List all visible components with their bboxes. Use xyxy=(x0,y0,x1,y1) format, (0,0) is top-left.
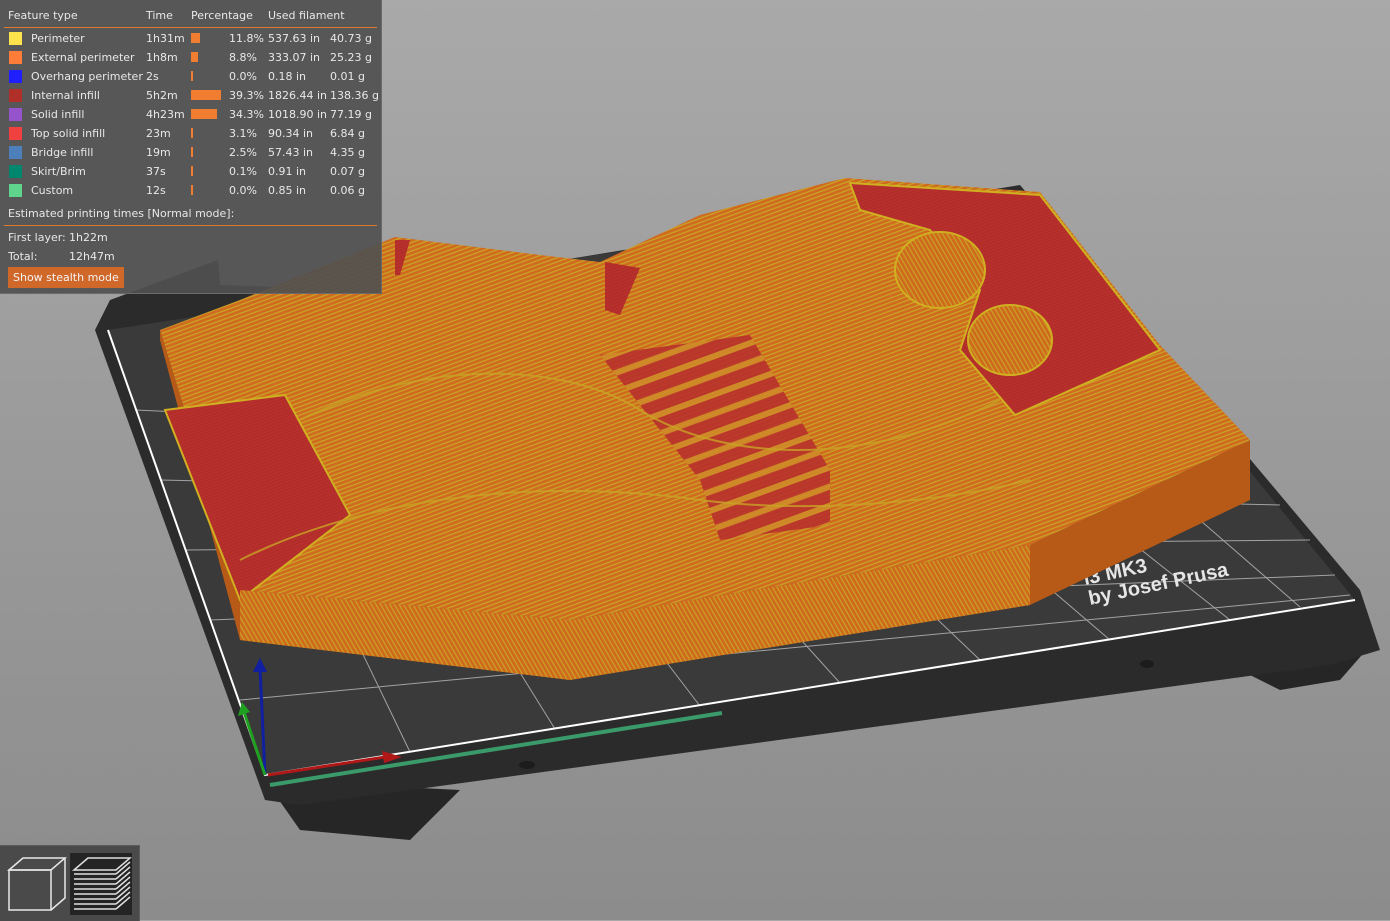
header-percentage: Percentage xyxy=(191,9,253,22)
feature-percentage: 0.0% xyxy=(229,70,257,83)
header-used-filament: Used filament xyxy=(268,9,345,22)
legend-divider xyxy=(4,27,377,28)
first-layer-value: 1h22m xyxy=(69,231,108,244)
feature-percentage: 39.3% xyxy=(229,89,264,102)
feature-color-swatch xyxy=(9,165,22,178)
percentage-bar xyxy=(191,52,198,62)
feature-color-swatch xyxy=(9,127,22,140)
feature-name: Custom xyxy=(31,184,74,197)
feature-name: Overhang perimeter xyxy=(31,70,143,83)
view-toolbar xyxy=(0,845,140,921)
feature-percentage: 11.8% xyxy=(229,32,264,45)
feature-time: 37s xyxy=(146,165,166,178)
feature-weight: 0.06 g xyxy=(330,184,365,197)
cube-icon xyxy=(6,857,67,911)
feature-time: 1h8m xyxy=(146,51,178,64)
legend-panel: Feature type Time Percentage Used filame… xyxy=(0,0,382,294)
feature-percentage: 34.3% xyxy=(229,108,264,121)
percentage-bar xyxy=(191,147,193,157)
first-layer-label: First layer: xyxy=(8,231,66,244)
feature-time: 4h23m xyxy=(146,108,185,121)
feature-color-swatch xyxy=(9,89,22,102)
feature-name: Bridge infill xyxy=(31,146,94,159)
feature-name: Solid infill xyxy=(31,108,85,121)
feature-name: Top solid infill xyxy=(31,127,106,140)
legend-row: Internal infill 5h2m 39.3% 1826.44 in 138.36… xyxy=(0,86,381,105)
feature-name: Perimeter xyxy=(31,32,85,45)
layers-icon xyxy=(71,857,132,910)
feature-color-swatch xyxy=(9,51,22,64)
feature-weight: 4.35 g xyxy=(330,146,365,159)
3d-view-button[interactable] xyxy=(5,853,67,915)
estimated-divider xyxy=(4,225,377,226)
legend-row: External perimeter 1h8m 8.8% 333.07 in 25.23… xyxy=(0,48,381,67)
feature-time: 12s xyxy=(146,184,166,197)
estimated-times-title: Estimated printing times [Normal mode]: xyxy=(8,207,235,220)
feature-weight: 40.73 g xyxy=(330,32,372,45)
feature-color-swatch xyxy=(9,184,22,197)
percentage-bar xyxy=(191,166,193,176)
feature-length: 0.85 in xyxy=(268,184,307,197)
feature-weight: 77.19 g xyxy=(330,108,372,121)
feature-percentage: 2.5% xyxy=(229,146,257,159)
feature-length: 1826.44 in xyxy=(268,89,328,102)
legend-header: Feature type Time Percentage Used filame… xyxy=(0,9,381,23)
header-time: Time xyxy=(146,9,173,22)
percentage-bar xyxy=(191,128,193,138)
legend-row: Solid infill 4h23m 34.3% 1018.90 in 77.19 g xyxy=(0,105,381,124)
feature-length: 90.34 in xyxy=(268,127,314,140)
feature-color-swatch xyxy=(9,70,22,83)
feature-weight: 138.36 g xyxy=(330,89,379,102)
percentage-bar xyxy=(191,33,200,43)
total-label: Total: xyxy=(8,250,38,263)
feature-percentage: 8.8% xyxy=(229,51,257,64)
percentage-bar xyxy=(191,109,217,119)
feature-time: 5h2m xyxy=(146,89,178,102)
legend-row: Overhang perimeter 2s 0.0% 0.18 in 0.01 g xyxy=(0,67,381,86)
total-value: 12h47m xyxy=(69,250,115,263)
feature-name: Internal infill xyxy=(31,89,100,102)
feature-percentage: 0.0% xyxy=(229,184,257,197)
feature-length: 0.91 in xyxy=(268,165,307,178)
legend-row: Top solid infill 23m 3.1% 90.34 in 6.84 g xyxy=(0,124,381,143)
percentage-bar xyxy=(191,71,193,81)
feature-percentage: 0.1% xyxy=(229,165,257,178)
legend-row: Bridge infill 19m 2.5% 57.43 in 4.35 g xyxy=(0,143,381,162)
preview-button[interactable] xyxy=(70,853,132,915)
feature-weight: 6.84 g xyxy=(330,127,365,140)
feature-length: 333.07 in xyxy=(268,51,321,64)
feature-time: 23m xyxy=(146,127,171,140)
feature-weight: 0.07 g xyxy=(330,165,365,178)
feature-length: 1018.90 in xyxy=(268,108,328,121)
percentage-bar xyxy=(191,90,221,100)
legend-row: Custom 12s 0.0% 0.85 in 0.06 g xyxy=(0,181,381,200)
percentage-bar xyxy=(191,185,193,195)
feature-percentage: 3.1% xyxy=(229,127,257,140)
feature-color-swatch xyxy=(9,146,22,159)
show-stealth-mode-button[interactable]: Show stealth mode xyxy=(8,267,124,288)
feature-time: 1h31m xyxy=(146,32,185,45)
legend-row: Skirt/Brim 37s 0.1% 0.91 in 0.07 g xyxy=(0,162,381,181)
feature-name: External perimeter xyxy=(31,51,135,64)
feature-time: 19m xyxy=(146,146,171,159)
feature-length: 537.63 in xyxy=(268,32,321,45)
feature-length: 57.43 in xyxy=(268,146,314,159)
feature-time: 2s xyxy=(146,70,159,83)
feature-length: 0.18 in xyxy=(268,70,307,83)
feature-weight: 25.23 g xyxy=(330,51,372,64)
header-feature-type: Feature type xyxy=(8,9,78,22)
feature-name: Skirt/Brim xyxy=(31,165,86,178)
feature-color-swatch xyxy=(9,32,22,45)
feature-color-swatch xyxy=(9,108,22,121)
feature-weight: 0.01 g xyxy=(330,70,365,83)
legend-row: Perimeter 1h31m 11.8% 537.63 in 40.73 g xyxy=(0,29,381,48)
